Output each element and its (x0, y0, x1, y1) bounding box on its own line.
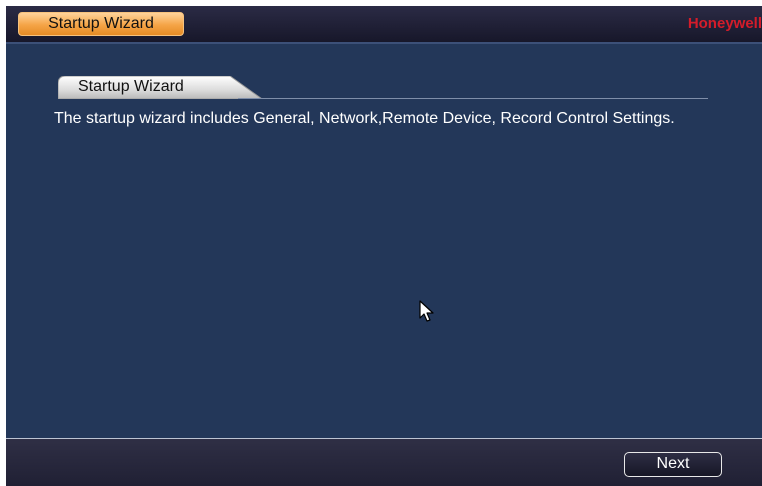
wizard-description: The startup wizard includes General, Net… (54, 110, 675, 127)
footer-bar: Next (6, 439, 762, 486)
section-divider (238, 98, 708, 99)
brand-logo: Honeywell (687, 15, 762, 32)
title-bar-divider (6, 42, 762, 44)
mouse-pointer-icon (419, 300, 435, 329)
section-tab-label: Startup Wizard (78, 78, 184, 95)
title-bar: Startup Wizard Honeywell (6, 6, 762, 42)
section-tab: Startup Wizard (58, 76, 262, 99)
next-button[interactable]: Next (624, 452, 722, 477)
startup-wizard-title-button[interactable]: Startup Wizard (18, 12, 184, 36)
startup-wizard-window: Startup Wizard Honeywell Startup Wizard … (6, 6, 762, 486)
